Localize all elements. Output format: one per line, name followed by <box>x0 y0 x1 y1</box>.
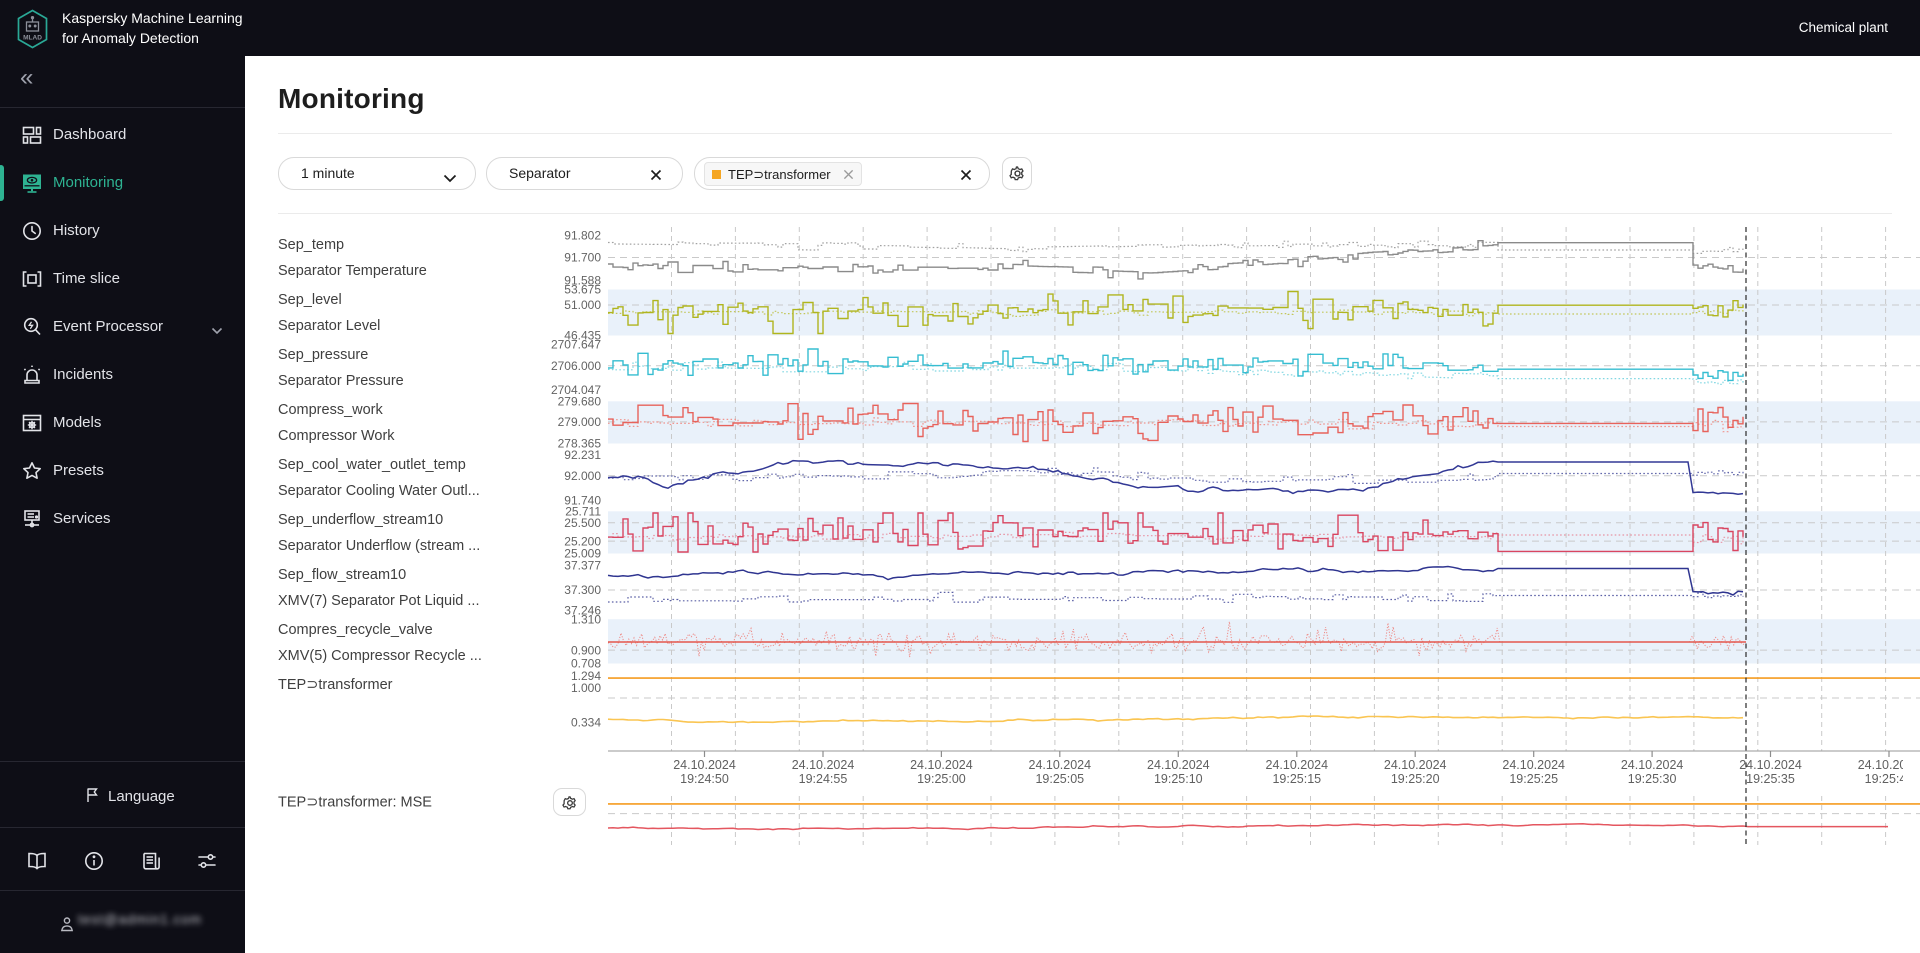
svg-text:MLAD: MLAD <box>23 35 42 42</box>
